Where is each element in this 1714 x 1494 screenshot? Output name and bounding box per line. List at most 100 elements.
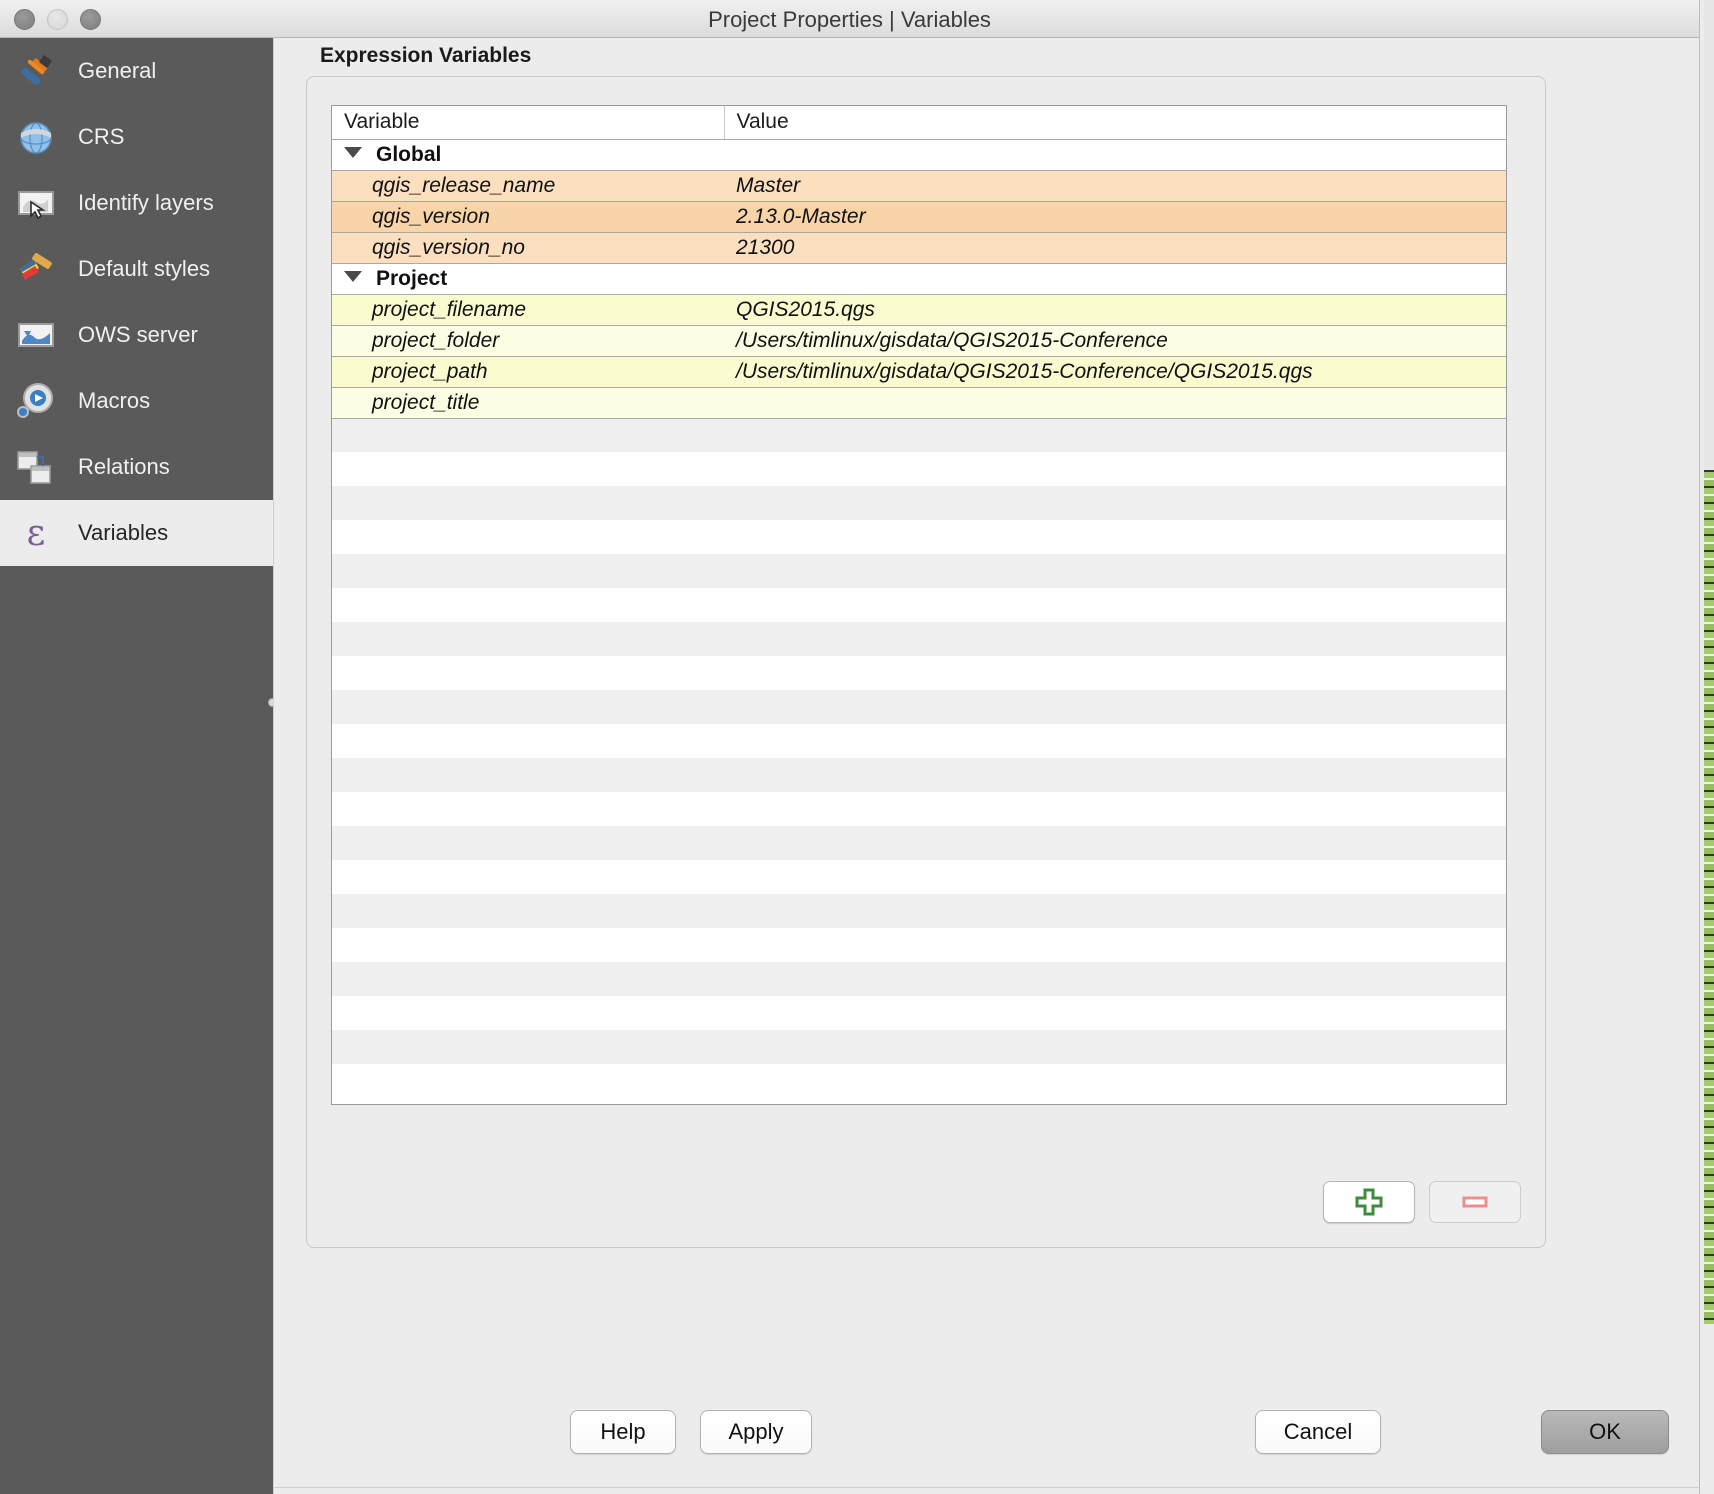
table-empty-row <box>332 418 1506 452</box>
chevron-down-icon[interactable] <box>344 271 362 282</box>
empty-cell <box>724 1064 1506 1098</box>
variable-value-cell[interactable]: QGIS2015.qgs <box>724 294 1506 325</box>
identify-icon <box>12 179 60 227</box>
epsilon-icon: ε <box>12 509 60 557</box>
sidebar-item-general[interactable]: General <box>0 38 273 104</box>
empty-cell <box>332 962 724 996</box>
variable-value-cell[interactable]: 21300 <box>724 232 1506 263</box>
ok-button[interactable]: OK <box>1541 1410 1669 1454</box>
variable-name-cell[interactable]: project_filename <box>332 294 724 325</box>
empty-cell <box>724 894 1506 928</box>
table-row[interactable]: qgis_version_no21300 <box>332 232 1506 263</box>
empty-cell <box>332 758 724 792</box>
remove-variable-button[interactable] <box>1429 1181 1521 1223</box>
variable-value-cell[interactable]: /Users/timlinux/gisdata/QGIS2015-Confere… <box>724 356 1506 387</box>
apply-button[interactable]: Apply <box>700 1410 812 1454</box>
empty-cell <box>724 452 1506 486</box>
sidebar-item-default-styles[interactable]: Default styles <box>0 236 273 302</box>
desktop-background-bottom <box>1704 1324 1714 1494</box>
table-empty-row <box>332 656 1506 690</box>
empty-cell <box>724 996 1506 1030</box>
settings-sidebar: General CRS <box>0 38 274 1494</box>
table-row[interactable]: project_path/Users/timlinux/gisdata/QGIS… <box>332 356 1506 387</box>
sidebar-filler <box>0 566 273 1494</box>
table-empty-row <box>332 826 1506 860</box>
empty-cell <box>332 826 724 860</box>
empty-cell <box>724 520 1506 554</box>
empty-cell <box>332 622 724 656</box>
variables-panel: Expression Variables Variable Value <box>274 38 1699 1494</box>
table-empty-row <box>332 452 1506 486</box>
table-empty-row <box>332 792 1506 826</box>
empty-cell <box>332 928 724 962</box>
empty-cell <box>332 1064 724 1098</box>
column-header-value[interactable]: Value <box>724 106 1506 139</box>
sidebar-item-ows-server[interactable]: OWS server <box>0 302 273 368</box>
table-empty-row <box>332 996 1506 1030</box>
sidebar-item-crs[interactable]: CRS <box>0 104 273 170</box>
variable-value-cell[interactable]: 2.13.0-Master <box>724 201 1506 232</box>
window-title: Project Properties | Variables <box>0 7 1699 33</box>
table-row[interactable]: qgis_release_nameMaster <box>332 170 1506 201</box>
empty-cell <box>724 656 1506 690</box>
variable-name-cell[interactable]: qgis_release_name <box>332 170 724 201</box>
variable-value-cell[interactable]: /Users/timlinux/gisdata/QGIS2015-Confere… <box>724 325 1506 356</box>
sidebar-item-label: General <box>78 58 156 84</box>
variables-table: Variable Value Globalqgis_release_nameMa… <box>332 106 1506 1098</box>
table-empty-row <box>332 758 1506 792</box>
variable-name-cell[interactable]: project_folder <box>332 325 724 356</box>
column-header-variable[interactable]: Variable <box>332 106 724 139</box>
variable-value-cell[interactable]: Master <box>724 170 1506 201</box>
table-row[interactable]: project_filenameQGIS2015.qgs <box>332 294 1506 325</box>
dialog-body: General CRS <box>0 38 1699 1494</box>
cancel-button[interactable]: Cancel <box>1255 1410 1381 1454</box>
sidebar-item-identify-layers[interactable]: Identify layers <box>0 170 273 236</box>
empty-cell <box>332 588 724 622</box>
empty-cell <box>332 860 724 894</box>
page-title: Expression Variables <box>320 44 531 68</box>
table-empty-row <box>332 690 1506 724</box>
table-body: Globalqgis_release_nameMasterqgis_versio… <box>332 139 1506 1098</box>
sidebar-item-variables[interactable]: ε Variables <box>0 500 273 566</box>
empty-cell <box>724 758 1506 792</box>
chevron-down-icon[interactable] <box>344 147 362 158</box>
variable-value-cell[interactable] <box>724 387 1506 418</box>
variable-action-buttons <box>1323 1181 1521 1223</box>
svg-text:ε: ε <box>27 513 46 554</box>
empty-cell <box>724 622 1506 656</box>
empty-cell <box>724 1030 1506 1064</box>
table-empty-row <box>332 554 1506 588</box>
variables-table-frame[interactable]: Variable Value Globalqgis_release_nameMa… <box>331 105 1507 1105</box>
table-empty-row <box>332 622 1506 656</box>
table-group-row[interactable]: Global <box>332 139 1506 170</box>
variable-name-cell[interactable]: project_path <box>332 356 724 387</box>
ows-server-icon <box>12 311 60 359</box>
variable-name-cell[interactable]: qgis_version <box>332 201 724 232</box>
plus-icon <box>1354 1187 1384 1217</box>
add-variable-button[interactable] <box>1323 1181 1415 1223</box>
sidebar-item-label: Macros <box>78 388 150 414</box>
screen-root: Project Properties | Variables <box>0 0 1714 1494</box>
desktop-background-top <box>1704 0 1714 470</box>
sidebar-item-label: CRS <box>78 124 124 150</box>
empty-cell <box>332 554 724 588</box>
empty-cell <box>724 792 1506 826</box>
empty-cell <box>724 928 1506 962</box>
empty-cell <box>332 418 724 452</box>
table-group-row[interactable]: Project <box>332 263 1506 294</box>
variable-name-cell[interactable]: project_title <box>332 387 724 418</box>
empty-cell <box>724 724 1506 758</box>
help-button[interactable]: Help <box>570 1410 676 1454</box>
sidebar-item-label: Variables <box>78 520 168 546</box>
title-bar: Project Properties | Variables <box>0 0 1699 38</box>
table-row[interactable]: project_title <box>332 387 1506 418</box>
paintbrush-icon <box>12 245 60 293</box>
empty-cell <box>332 690 724 724</box>
empty-cell <box>332 486 724 520</box>
table-row[interactable]: qgis_version2.13.0-Master <box>332 201 1506 232</box>
table-row[interactable]: project_folder/Users/timlinux/gisdata/QG… <box>332 325 1506 356</box>
sidebar-item-relations[interactable]: Relations <box>0 434 273 500</box>
sidebar-item-macros[interactable]: Macros <box>0 368 273 434</box>
table-empty-row <box>332 928 1506 962</box>
variable-name-cell[interactable]: qgis_version_no <box>332 232 724 263</box>
